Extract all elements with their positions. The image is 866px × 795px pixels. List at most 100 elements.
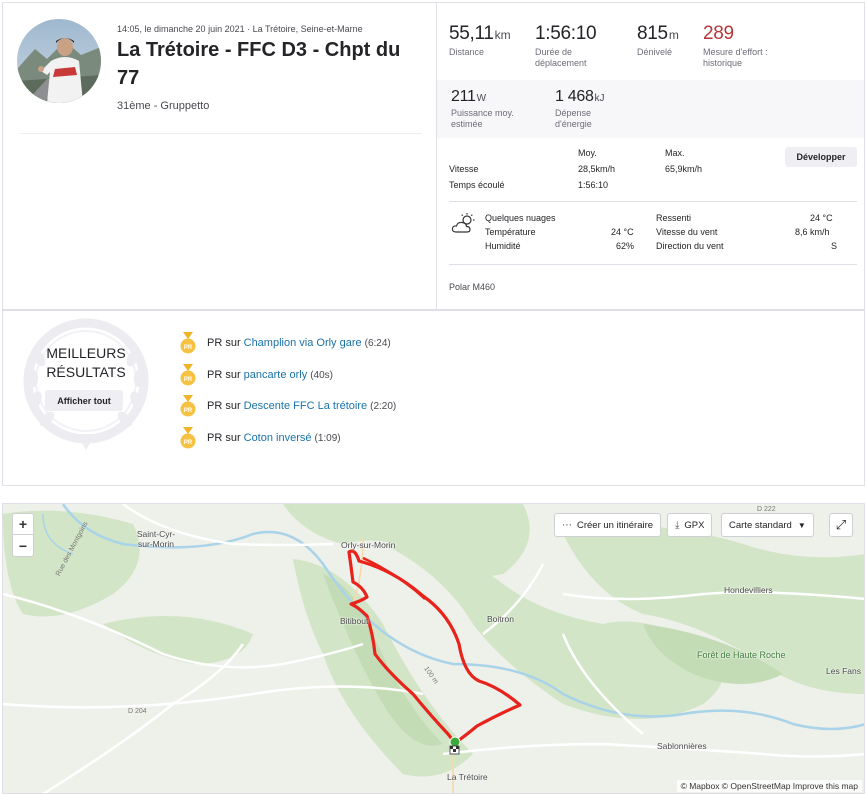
pr-list-item: PR PR sur Coton inversé (1:09) — [180, 427, 341, 449]
pr-prefix: PR sur — [207, 400, 241, 412]
map-style-label: Carte standard — [729, 519, 792, 531]
row-label-speed: Vitesse — [449, 164, 479, 174]
pr-medal-icon: PR — [180, 364, 196, 386]
route-icon: ⋯ — [562, 519, 572, 531]
stat-value: 1 468 — [555, 88, 594, 105]
road-label: D 204 — [128, 708, 147, 715]
svg-text:PR: PR — [184, 408, 193, 414]
activity-title: La Trétoire - FFC D3 - Chpt du 77 — [117, 39, 401, 89]
device-name: Polar M460 — [449, 282, 496, 292]
stat-unit: km — [494, 28, 511, 42]
pr-prefix: PR sur — [207, 432, 241, 444]
stat-label: Dépense d'énergie — [555, 108, 592, 129]
activity-meta: 14:05, le dimanche 20 juin 2021 · La Tré… — [117, 24, 363, 34]
forest-label: Forêt de Haute Roche — [697, 650, 786, 660]
stats-panel: 55,11km Distance 1:56:10 Durée de déplac… — [437, 3, 864, 309]
stat-value: 1:56:10 — [535, 23, 597, 44]
download-icon: ⤓ — [675, 519, 680, 531]
athlete-avatar[interactable] — [17, 19, 101, 103]
wind-speed-value: 8,6 km/h — [795, 227, 830, 237]
col-header-max: Max. — [665, 148, 685, 158]
stat-unit: kJ — [594, 93, 605, 104]
stat-relative-effort[interactable]: 289 Mesure d'effort : historique — [703, 23, 803, 69]
stat-value: 815 — [637, 23, 668, 44]
stat-value: 289 — [703, 23, 734, 44]
caret-down-icon: ▼ — [797, 520, 806, 530]
pr-medal-icon: PR — [180, 332, 196, 354]
best-results-title-line: MEILLEURS — [46, 345, 126, 361]
partly-cloudy-icon — [451, 213, 475, 233]
road-label: D 222 — [757, 506, 776, 513]
place-label: Les Fans — [826, 666, 861, 676]
pr-medal-icon: PR — [180, 427, 196, 449]
place-label: Hondevilliers — [724, 585, 773, 595]
pr-prefix: PR sur — [207, 337, 241, 349]
humidity-value: 62% — [616, 241, 635, 251]
divider — [19, 133, 422, 134]
pr-list-item: PR PR sur Champlion via Orly gare (6:24) — [180, 332, 391, 354]
feels-like-value: 24 °C — [810, 213, 833, 223]
row-avg-elapsed: 1:56:10 — [578, 180, 609, 190]
wind-speed-label: Vitesse du vent — [656, 227, 718, 237]
segment-link[interactable]: Coton inversé — [244, 432, 312, 444]
pr-time: (40s) — [310, 369, 334, 381]
activity-result: 31ème - Gruppetto — [117, 100, 210, 112]
stat-label: Dénivelé — [637, 47, 673, 57]
map-style-select[interactable]: Carte standard ▼ — [721, 513, 814, 537]
map-attribution[interactable]: © Mapbox © OpenStreetMap Improve this ma… — [676, 780, 862, 792]
place-label: Orly-sur-Morin — [341, 540, 396, 550]
row-avg-speed: 28,5km/h — [578, 164, 616, 174]
row-max-speed: 65,9km/h — [665, 164, 703, 174]
svg-text:PR: PR — [184, 377, 193, 383]
place-label: Saint-Cyr- sur-Morin — [136, 529, 176, 549]
pr-time: (1:09) — [314, 432, 341, 444]
zoom-in-button[interactable]: + — [13, 514, 33, 535]
stat-power: 211W Puissance moy. estimée — [451, 88, 541, 130]
pr-list-item: PR PR sur pancarte orly (40s) — [180, 364, 333, 386]
stat-energy: 1 468kJ Dépense d'énergie — [555, 88, 645, 130]
create-route-button[interactable]: ⋯ Créer un itinéraire — [554, 513, 662, 537]
activity-summary-card: 14:05, le dimanche 20 juin 2021 · La Tré… — [2, 2, 865, 310]
stat-label: Distance — [449, 47, 485, 57]
best-results-title-line: RÉSULTATS — [46, 364, 126, 380]
row-label-elapsed: Temps écoulé — [449, 180, 505, 190]
create-route-label: Créer un itinéraire — [577, 519, 654, 531]
wind-direction-value: S — [831, 241, 838, 251]
place-label: La Trétoire — [447, 772, 488, 782]
pr-prefix: PR sur — [207, 369, 241, 381]
segment-link[interactable]: pancarte orly — [244, 369, 308, 381]
segment-link[interactable]: Descente FFC La trétoire — [244, 400, 368, 412]
place-label: Sablonnières — [657, 741, 707, 751]
fullscreen-button[interactable]: ⤢ — [829, 513, 853, 537]
stat-distance: 55,11km Distance — [449, 23, 511, 58]
place-label: Bitibout — [340, 616, 369, 626]
stat-label: Mesure d'effort : historique — [703, 47, 768, 68]
stat-value: 55,11 — [449, 23, 494, 44]
humidity-label: Humidité — [485, 241, 521, 251]
pr-time: (6:24) — [364, 337, 391, 349]
temperature-value: 24 °C — [611, 227, 634, 237]
place-label: Boitron — [487, 614, 514, 624]
weather-condition: Quelques nuages — [485, 213, 556, 223]
best-results-title: MEILLEURS RÉSULTATS — [25, 344, 147, 382]
temperature-label: Température — [485, 227, 536, 237]
pr-time: (2:20) — [370, 400, 397, 412]
segment-link[interactable]: Champlion via Orly gare — [244, 337, 362, 349]
stat-label: Durée de déplacement — [535, 47, 587, 68]
feels-like-label: Ressenti — [656, 213, 692, 223]
zoom-out-button[interactable]: − — [13, 535, 33, 556]
stat-moving-time: 1:56:10 Durée de déplacement — [535, 23, 615, 69]
col-header-avg: Moy. — [578, 148, 597, 158]
gpx-download-button[interactable]: ⤓ GPX — [667, 513, 713, 537]
pr-medal-icon: PR — [180, 395, 196, 417]
expand-button[interactable]: Développer — [785, 147, 857, 167]
best-results-card: MEILLEURS RÉSULTATS Afficher tout PR PR … — [2, 310, 865, 486]
show-all-button[interactable]: Afficher tout — [45, 390, 123, 411]
svg-text:PR: PR — [184, 345, 193, 351]
divider — [449, 201, 857, 202]
route-map[interactable]: + − ⋯ Créer un itinéraire ⤓ GPX Carte stan… — [2, 503, 865, 794]
divider — [449, 264, 857, 265]
finish-flag-icon — [449, 745, 460, 755]
wind-direction-label: Direction du vent — [656, 241, 724, 251]
stat-elevation: 815m Dénivelé — [637, 23, 679, 58]
